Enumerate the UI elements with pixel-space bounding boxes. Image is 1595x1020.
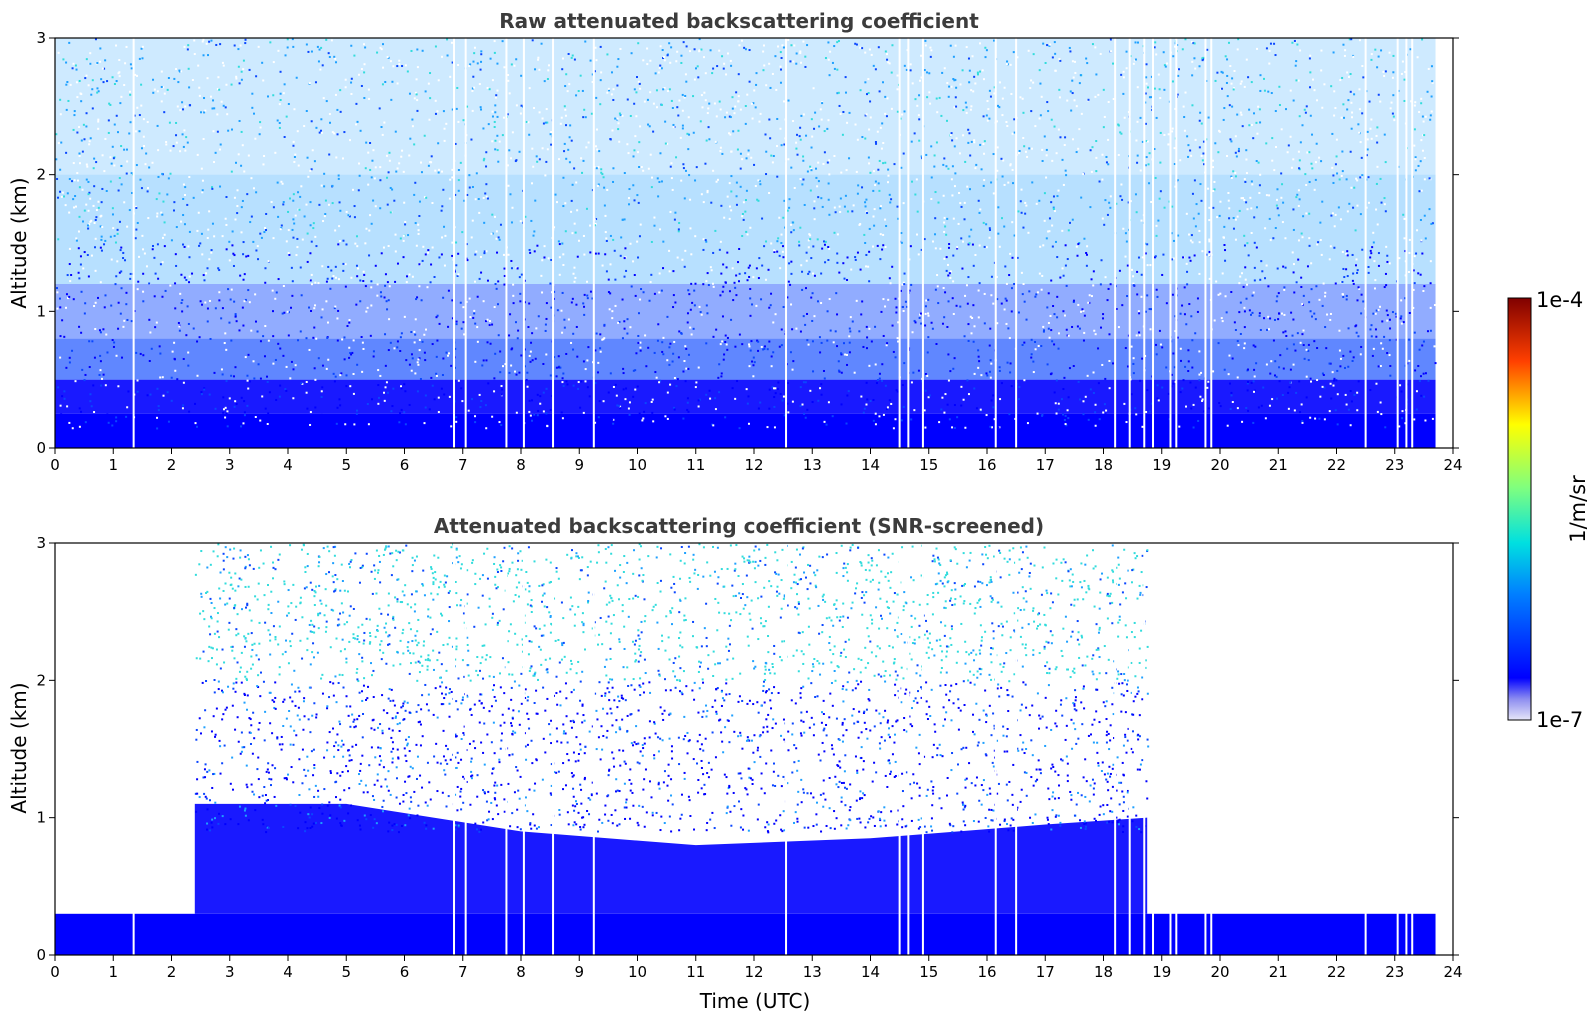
- x-tick-label: 16: [977, 456, 996, 474]
- y-tick-label: 0: [36, 439, 46, 457]
- figure: Raw attenuated backscattering coefficien…: [7, 9, 1590, 1013]
- x-tick-label: 20: [1210, 456, 1229, 474]
- x-tick-label: 4: [283, 963, 293, 981]
- x-tick-label: 5: [341, 456, 351, 474]
- colorbar-gradient: [1507, 297, 1532, 721]
- x-tick-label: 0: [50, 456, 60, 474]
- y-tick-label: 0: [36, 946, 46, 964]
- surface-layer: [55, 913, 1436, 955]
- y-tick-label: 3: [36, 29, 46, 47]
- x-tick-label: 17: [1036, 456, 1055, 474]
- x-tick-label: 11: [686, 963, 705, 981]
- x-axis-ticks: 0 1 2 3 4 5 6 7 8 9 10 11 12 13 14 15 16 17 18 19 20 21 22 23 24: [50, 955, 1463, 981]
- x-tick-label: 18: [1094, 456, 1113, 474]
- x-tick-label: 19: [1152, 456, 1171, 474]
- x-tick-label: 6: [400, 456, 410, 474]
- x-tick-label: 13: [803, 456, 822, 474]
- y-axis-label: Altitude (km): [7, 682, 31, 813]
- panel-title: Attenuated backscattering coefficient (S…: [434, 514, 1044, 538]
- x-tick-label: 8: [516, 963, 526, 981]
- x-tick-label: 12: [744, 456, 763, 474]
- y-tick-label: 2: [36, 166, 46, 184]
- x-tick-label: 17: [1036, 963, 1055, 981]
- x-tick-label: 13: [803, 963, 822, 981]
- heatmap-area: [55, 543, 1436, 955]
- x-tick-label: 20: [1210, 963, 1229, 981]
- backscatter-band: [55, 284, 1436, 339]
- x-tick-label: 12: [744, 963, 763, 981]
- x-tick-label: 18: [1094, 963, 1113, 981]
- x-tick-label: 2: [167, 963, 177, 981]
- colorbar: 1e-4 1e-7 1/m/sr: [1507, 288, 1590, 732]
- colorbar-unit-label: 1/m/sr: [1566, 475, 1590, 543]
- x-tick-label: 10: [628, 963, 647, 981]
- y-tick-label: 1: [36, 302, 46, 320]
- x-tick-label: 9: [574, 963, 584, 981]
- x-tick-label: 9: [574, 456, 584, 474]
- colorbar-min-label: 1e-7: [1536, 708, 1583, 732]
- x-tick-label: 15: [919, 963, 938, 981]
- noise-speckles: [194, 543, 1150, 834]
- x-axis-label: Time (UTC): [699, 989, 811, 1013]
- x-tick-label: 24: [1443, 456, 1462, 474]
- y-tick-label: 2: [36, 671, 46, 689]
- y-tick-label: 1: [36, 809, 46, 827]
- x-tick-label: 6: [400, 963, 410, 981]
- x-tick-label: 4: [283, 456, 293, 474]
- x-tick-label: 7: [458, 456, 468, 474]
- x-tick-label: 8: [516, 456, 526, 474]
- colorbar-max-label: 1e-4: [1536, 288, 1583, 312]
- snr-screened-panel: Attenuated backscattering coefficient (S…: [7, 514, 1463, 1013]
- x-tick-label: 21: [1269, 963, 1288, 981]
- heatmap-area: [55, 38, 1437, 448]
- backscatter-band: [55, 174, 1436, 284]
- x-tick-label: 23: [1385, 963, 1404, 981]
- x-tick-label: 0: [50, 963, 60, 981]
- x-tick-label: 2: [167, 456, 177, 474]
- x-tick-label: 24: [1443, 963, 1462, 981]
- y-tick-label: 3: [36, 534, 46, 552]
- x-tick-label: 15: [919, 456, 938, 474]
- x-tick-label: 10: [628, 456, 647, 474]
- backscatter-band: [55, 413, 1436, 448]
- x-tick-label: 1: [108, 963, 118, 981]
- raw-backscatter-panel: Raw attenuated backscattering coefficien…: [7, 9, 1463, 474]
- x-tick-label: 1: [108, 456, 118, 474]
- x-tick-label: 14: [861, 456, 880, 474]
- x-tick-label: 3: [225, 963, 235, 981]
- x-axis-ticks: 0 1 2 3 4 5 6 7 8 9 10 11 12 13 14 15 16 17 18 19 20 21 22 23 24: [50, 448, 1463, 474]
- x-tick-label: 21: [1269, 456, 1288, 474]
- y-axis-label: Altitude (km): [7, 177, 31, 308]
- x-tick-label: 11: [686, 456, 705, 474]
- x-tick-label: 7: [458, 963, 468, 981]
- x-tick-label: 16: [977, 963, 996, 981]
- x-tick-label: 14: [861, 963, 880, 981]
- x-tick-label: 22: [1327, 963, 1346, 981]
- panel-title: Raw attenuated backscattering coefficien…: [499, 9, 979, 33]
- x-tick-label: 3: [225, 456, 235, 474]
- x-tick-label: 22: [1327, 456, 1346, 474]
- x-tick-label: 5: [341, 963, 351, 981]
- x-tick-label: 23: [1385, 456, 1404, 474]
- x-tick-label: 19: [1152, 963, 1171, 981]
